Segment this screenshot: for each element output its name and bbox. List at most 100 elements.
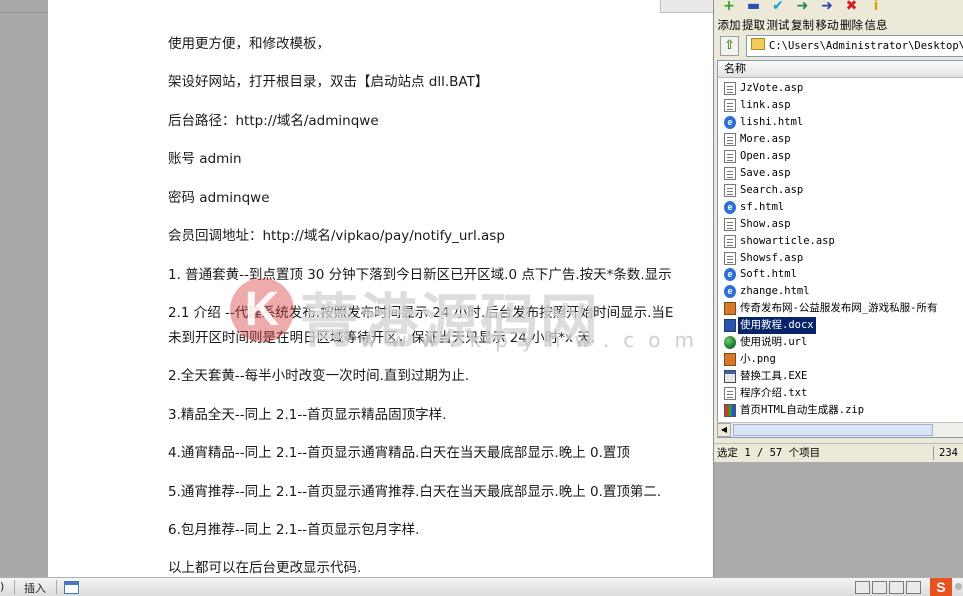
file-row[interactable]: More.asp [722,131,963,148]
toolbar-button-label: 删除 [840,18,863,32]
status-separator [14,580,15,594]
file-name: 使用教程.docx [738,317,816,335]
file-row[interactable]: Showsf.asp [722,250,963,267]
file-row[interactable]: Show.asp [722,216,963,233]
file-name: 传奇发布网-公益服发布网_游戏私服-所有 [740,302,938,315]
status-separator [933,446,934,460]
document-icon [724,166,736,180]
add-icon: + [723,0,735,14]
file-row[interactable]: e lishi.html [722,114,963,131]
file-name: showarticle.asp [740,234,835,247]
scroll-left-icon[interactable]: ◀ [717,423,731,437]
file-row[interactable]: 程序介绍.txt [722,385,963,402]
file-row[interactable]: e zhange.html [722,283,963,300]
file-row[interactable]: 小.png [722,351,963,368]
html-file-icon: e [724,268,736,282]
file-name: More.asp [740,132,791,145]
ime-status-dot-icon[interactable] [955,583,962,590]
html-file-icon: e [724,200,736,214]
delete-icon: ✖ [845,0,858,14]
scrollbar-thumb[interactable] [733,424,933,436]
column-header-label: 名称 [724,62,746,75]
doc-paragraph: 未到开区时间则是在明日区域等待开区，保证当天只显示 24 小时*x 天. [168,330,596,346]
doc-paragraph: 2.全天套黄--每半小时改变一次时间.直到过期为止. [168,368,470,384]
archive-toolbar: + 添加 ▬ 提取 ✔ 测试 ➜ 复制 ➜ 移动 ✖ 删除 i 信息 [714,0,963,32]
info-icon: i [873,0,879,14]
file-name: zhange.html [740,285,810,298]
toolbar-button-info[interactable]: i 信息 [864,0,888,32]
archive-manager-panel: + 添加 ▬ 提取 ✔ 测试 ➜ 复制 ➜ 移动 ✖ 删除 i 信息 ⇧ C:\Users\Adminis… [713,0,963,577]
outline-view-icon[interactable] [906,581,921,594]
file-name: Save.asp [740,166,791,179]
file-name: Soft.html [740,268,797,281]
html-file-icon: e [724,285,736,299]
file-name: sf.html [740,200,785,213]
file-row[interactable]: e sf.html [722,199,963,216]
toolbar-button-test[interactable]: ✔ 测试 [766,0,790,32]
doc-paragraph: 5.通宵推荐--同上 2.1--首页显示通宵推荐.白天在当天最底部显示.晚上 0… [168,484,662,500]
doc-paragraph: 使用更方便，和修改模板， [168,36,330,52]
copy-icon: ➜ [796,0,809,14]
extract-icon: ▬ [746,0,761,14]
up-folder-icon[interactable]: ⇧ [720,36,739,56]
file-name: Showsf.asp [740,251,804,264]
path-input[interactable]: C:\Users\Administrator\Desktop\今 [746,35,963,57]
file-row[interactable]: 使用教程.docx [722,317,963,335]
archive-status-bar: 选定 1 / 57 个项目 234 [714,443,963,462]
horizontal-scrollbar[interactable]: ◀ [717,422,963,437]
document-icon [724,251,736,265]
doc-paragraph: 以上都可以在后台更改显示代码. [168,560,362,576]
file-name: JzVote.asp [740,82,804,94]
image-file-icon [724,302,736,316]
file-row[interactable]: e Soft.html [722,266,963,283]
toolbar-button-label: 提取 [742,18,765,32]
document-icon [724,82,736,95]
desktop-background [714,462,963,577]
image-file-icon [724,353,736,367]
file-row[interactable]: 首页HTML自动生成器.zip [722,402,963,419]
toolbar-button-add[interactable]: + 添加 [717,0,741,32]
word-status-bar: ) 插入 S [0,577,963,596]
path-text: C:\Users\Administrator\Desktop\今 [769,40,963,52]
status-left-fragment: ) [0,580,5,593]
toolbar-button-extract[interactable]: ▬ 提取 [742,0,766,32]
file-list[interactable]: 名称 JzVote.asp link.asp e lishi.html More.asp… [717,60,963,438]
toolbar-button-copy[interactable]: ➜ 复制 [791,0,815,32]
name-column-header[interactable]: 名称 [718,61,963,78]
file-row[interactable]: link.asp [722,97,963,114]
document-check-icon[interactable] [64,581,79,594]
document-icon [724,387,736,401]
doc-paragraph: 账号 admin [168,151,242,167]
file-row[interactable]: 传奇发布网-公益服发布网_游戏私服-所有 [722,300,963,317]
test-icon: ✔ [772,0,784,14]
doc-paragraph: 会员回调地址：http://域名/vipkao/pay/notify_url.a… [168,228,505,244]
web-layout-view-icon[interactable] [889,581,904,594]
sogou-ime-icon[interactable]: S [930,578,952,596]
status-size: 234 [939,447,958,459]
file-row[interactable]: Open.asp [722,148,963,165]
file-row[interactable]: 替换工具.EXE [722,368,963,385]
document-icon [724,183,736,197]
doc-paragraph: 1. 普通套黄--到点置顶 30 分钟下落到今日新区已开区域.0 点下广告.按天… [168,267,672,283]
folder-icon [751,38,765,50]
file-name: lishi.html [740,115,804,128]
insert-mode-indicator[interactable]: 插入 [24,580,46,596]
doc-paragraph: 2.1 介绍 --代理系统发布.按照发布时间显示 24 小时.后台发布按照开始时… [168,305,674,321]
toolbar-button-move[interactable]: ➜ 移动 [815,0,839,32]
file-row[interactable]: 使用说明.url [722,334,963,351]
file-name: 首页HTML自动生成器.zip [740,404,865,417]
print-layout-view-icon[interactable] [855,581,870,594]
file-name: 使用说明.url [740,336,808,349]
file-row[interactable]: JzVote.asp [722,80,963,97]
file-row[interactable]: Search.asp [722,182,963,199]
file-row[interactable]: showarticle.asp [722,233,963,250]
toolbar-button-label: 移动 [815,18,839,32]
status-separator [56,580,57,594]
toolbar-button-delete[interactable]: ✖ 删除 [840,0,864,32]
doc-paragraph: 密码 adminqwe [168,190,270,206]
doc-paragraph: 后台路径：http://域名/adminqwe [168,113,379,129]
file-name: link.asp [740,98,791,111]
full-screen-reading-view-icon[interactable] [872,581,887,594]
file-name: Search.asp [740,183,804,196]
file-row[interactable]: Save.asp [722,165,963,182]
